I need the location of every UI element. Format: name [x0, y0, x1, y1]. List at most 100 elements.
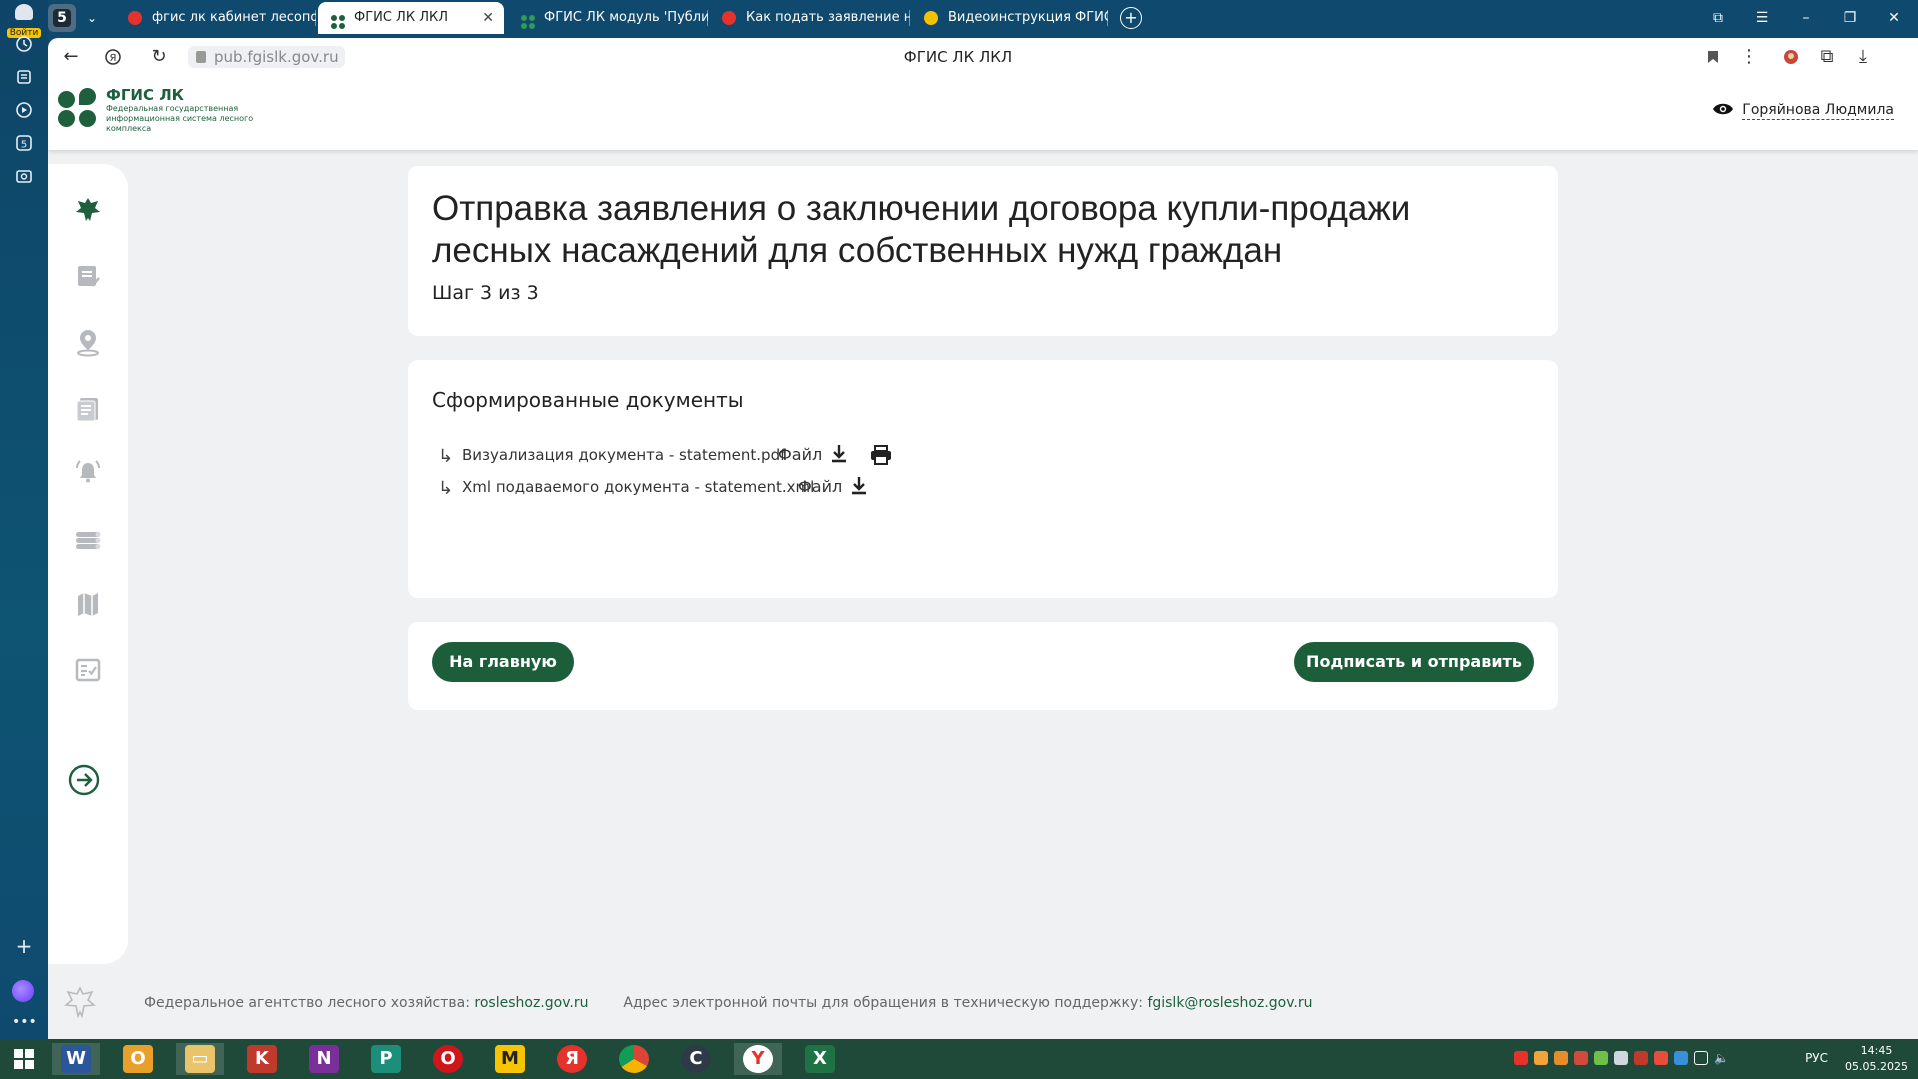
home-button[interactable]: На главную [432, 642, 574, 682]
tray-app-icon[interactable] [1634, 1051, 1648, 1065]
document-row-pdf: ↳ Визуализация документа - statement.pdf… [438, 445, 891, 467]
logo-subtitle: Федеральная государственная информационн… [106, 104, 254, 133]
minimize-icon[interactable]: – [1784, 0, 1828, 36]
tab-fgis-lkl[interactable]: ФГИС ЛК ЛКЛ ✕ [318, 2, 504, 34]
bookmark-icon[interactable] [1698, 38, 1728, 76]
new-tab-button[interactable]: + [1120, 7, 1142, 29]
yandex-market-icon[interactable]: M [486, 1043, 534, 1075]
tab-fgis-search[interactable]: фгис лк кабинет лесопол [116, 2, 316, 34]
more-options-icon[interactable]: ⋮ [1734, 38, 1764, 76]
user-name-link[interactable]: Горяйнова Людмила [1713, 102, 1894, 120]
document-row-xml: ↳ Xml подаваемого документа - statement.… [438, 477, 866, 499]
browser-side-panel: Войти 5 + ••• [0, 0, 48, 1039]
tab-video-guide[interactable]: Видеоинструкция ФГИС [912, 2, 1108, 34]
tray-yandex-icon[interactable] [1514, 1051, 1528, 1065]
start-button[interactable] [0, 1043, 48, 1075]
extension-icon[interactable] [1776, 38, 1806, 76]
tray-app-icon[interactable] [1594, 1051, 1608, 1065]
chrome-app-icon[interactable] [610, 1043, 658, 1075]
tab-how-to-apply[interactable]: Как подать заявление на [710, 2, 910, 34]
svg-text:5: 5 [21, 140, 27, 151]
restore-icon[interactable]: ❐ [1828, 0, 1872, 36]
agency-emblem-icon [62, 984, 98, 1024]
support-email-link[interactable]: fgislk@rosleshoz.gov.ru [1147, 995, 1312, 1011]
download-icon[interactable] [850, 476, 868, 496]
bookmarks-panel-icon[interactable]: ⧉ [1696, 0, 1740, 36]
document-name: Визуализация документа - statement.pdf [462, 446, 786, 464]
word-app-icon[interactable]: W [52, 1043, 100, 1075]
video-favicon-icon [924, 11, 938, 25]
checklist-icon[interactable] [72, 654, 104, 686]
screenshot-icon[interactable] [12, 166, 36, 190]
agency-link[interactable]: rosleshoz.gov.ru [474, 995, 588, 1011]
map-icon[interactable] [72, 588, 104, 620]
page-title-display: ФГИС ЛК ЛКЛ [903, 48, 1013, 66]
language-indicator[interactable]: РУС [1805, 1051, 1828, 1065]
site-header: ФГИС ЛК Федеральная государственная инфо… [48, 76, 1918, 150]
yandex-app-icon[interactable]: Я [548, 1043, 596, 1075]
yandex-favicon-icon [722, 11, 736, 25]
alice-assistant-icon[interactable] [12, 980, 34, 1002]
volume-icon[interactable]: 🔈 [1714, 1051, 1729, 1065]
subitem-arrow-icon: ↳ [438, 446, 454, 467]
system-tray: 🔈 РУС 14:45 05.05.2025 [1508, 1039, 1908, 1079]
taskbar: W O ▭ K N P O M Я C Y X 🔈 РУС 14:45 05.0… [0, 1039, 1918, 1079]
step-indicator: Шаг 3 из 3 [432, 282, 539, 304]
user-avatar-icon [15, 4, 33, 20]
tray-app-icon[interactable] [1534, 1051, 1548, 1065]
expand-sidebar-icon[interactable] [66, 762, 102, 798]
kaspersky-app-icon[interactable]: K [238, 1043, 286, 1075]
notifications-bell-icon[interactable] [72, 456, 104, 488]
more-icon[interactable]: ••• [12, 1010, 37, 1034]
collections-button-icon[interactable]: ⧉ [1812, 38, 1842, 76]
tab-counter[interactable]: 5 [48, 4, 76, 32]
file-label: Файл [778, 445, 823, 464]
opera-app-icon[interactable]: O [424, 1043, 472, 1075]
file-explorer-icon[interactable]: ▭ [176, 1043, 224, 1075]
sign-and-send-button[interactable]: Подписать и отправить [1294, 642, 1534, 682]
tray-app-icon[interactable] [1674, 1051, 1688, 1065]
tab-close-icon[interactable]: ✕ [482, 2, 494, 34]
history-icon[interactable] [12, 34, 36, 58]
title-card: Отправка заявления о заключении договора… [408, 166, 1558, 336]
c-app-icon[interactable]: C [672, 1043, 720, 1075]
onenote-app-icon[interactable]: N [300, 1043, 348, 1075]
menu-icon[interactable]: ☰ [1740, 0, 1784, 36]
address-bar: ← Я ↻ pub.fgislk.gov.ru ФГИС ЛК ЛКЛ ⋮ ⧉ … [48, 38, 1918, 76]
download-icon[interactable] [830, 444, 848, 464]
tray-app-icon[interactable] [1654, 1051, 1668, 1065]
close-window-icon[interactable]: ✕ [1872, 0, 1916, 36]
excel-app-icon[interactable]: X [796, 1043, 844, 1075]
applications-icon[interactable] [72, 260, 104, 292]
location-pin-icon[interactable] [72, 326, 104, 358]
timber-logs-icon[interactable] [72, 522, 104, 554]
coat-of-arms-icon[interactable] [72, 194, 104, 226]
tab-list-chevron-icon[interactable]: ⌄ [80, 4, 104, 32]
documents-heading: Сформированные документы [432, 388, 744, 412]
fgis-favicon-icon [330, 11, 345, 29]
collections-icon[interactable] [12, 67, 36, 91]
tray-app-icon[interactable] [1554, 1051, 1568, 1065]
clock[interactable]: 14:45 05.05.2025 [1845, 1043, 1908, 1075]
publisher-app-icon[interactable]: P [362, 1043, 410, 1075]
tab-strip: 5 ⌄ фгис лк кабинет лесопол ФГИС ЛК ЛКЛ … [48, 0, 1918, 36]
documents-icon[interactable] [72, 392, 104, 424]
tray-app-icon[interactable] [1614, 1051, 1628, 1065]
app-sidebar [48, 164, 128, 964]
print-icon[interactable] [870, 445, 892, 465]
yandex-browser-icon[interactable]: Y [734, 1043, 782, 1075]
network-icon[interactable] [1694, 1051, 1708, 1065]
tab-fgis-module[interactable]: ФГИС ЛК модуль 'Публи [508, 2, 708, 34]
video-icon[interactable] [12, 100, 36, 124]
login-button[interactable]: Войти [4, 4, 44, 38]
tray-app-icon[interactable] [1574, 1051, 1588, 1065]
number-five-icon[interactable]: 5 [12, 133, 36, 157]
footer-text: Федеральное агентство лесного хозяйства:… [144, 995, 1313, 1011]
add-panel-icon[interactable]: + [12, 934, 36, 958]
yandex-favicon-icon [128, 11, 142, 25]
outlook-app-icon[interactable]: O [114, 1043, 162, 1075]
downloads-icon[interactable]: ⤓ [1848, 38, 1878, 76]
logo-name: ФГИС ЛК [106, 86, 184, 104]
file-label: Файл [798, 477, 843, 496]
web-page: ФГИС ЛК Федеральная государственная инфо… [48, 76, 1918, 1039]
